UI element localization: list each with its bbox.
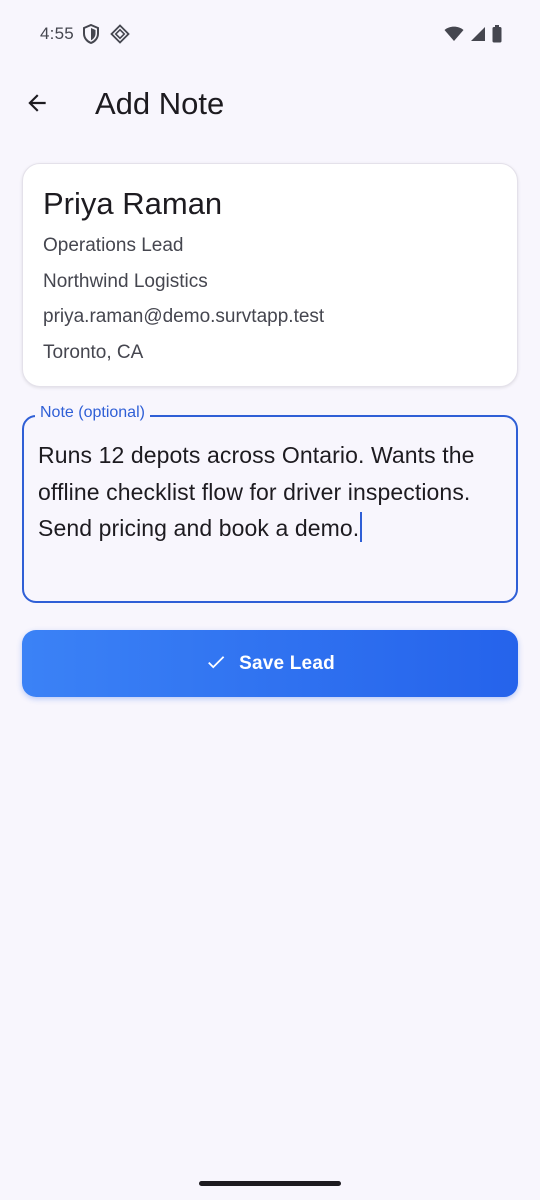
vpn-key-icon <box>110 24 130 49</box>
contact-role: Operations Lead <box>43 235 184 256</box>
note-input[interactable]: Runs 12 depots across Ontario. Wants the… <box>38 437 504 547</box>
contact-card: Priya Raman Operations Lead Northwind Lo… <box>22 163 518 387</box>
contact-location: Toronto, CA <box>43 342 144 363</box>
back-button[interactable] <box>14 82 60 128</box>
status-left-icons <box>82 23 130 49</box>
note-label: Note (optional) <box>35 404 150 422</box>
app-bar: Add Note <box>0 70 540 140</box>
shield-icon <box>82 23 100 49</box>
note-field[interactable]: Note (optional) Runs 12 depots across On… <box>22 404 518 603</box>
status-bar: 4:55 <box>0 0 540 68</box>
signal-icon <box>470 26 486 47</box>
note-text: Runs 12 depots across Ontario. Wants the… <box>38 442 475 541</box>
text-caret <box>360 512 363 542</box>
battery-icon <box>492 25 502 48</box>
add-note-screen: 4:55 Add Note Priya Raman Operations Lea… <box>0 0 540 1200</box>
status-time: 4:55 <box>40 24 74 43</box>
save-lead-button[interactable]: Save Lead <box>22 630 518 697</box>
arrow-left-icon <box>24 90 50 121</box>
check-icon <box>205 651 227 676</box>
status-right-icons <box>444 25 502 48</box>
save-lead-label: Save Lead <box>239 652 335 674</box>
contact-name: Priya Raman <box>43 186 223 221</box>
page-title: Add Note <box>95 86 225 121</box>
gesture-navigation-bar[interactable] <box>199 1181 341 1186</box>
contact-company: Northwind Logistics <box>43 271 208 292</box>
contact-email: priya.raman@demo.survtapp.test <box>43 306 325 327</box>
wifi-icon <box>444 26 464 47</box>
